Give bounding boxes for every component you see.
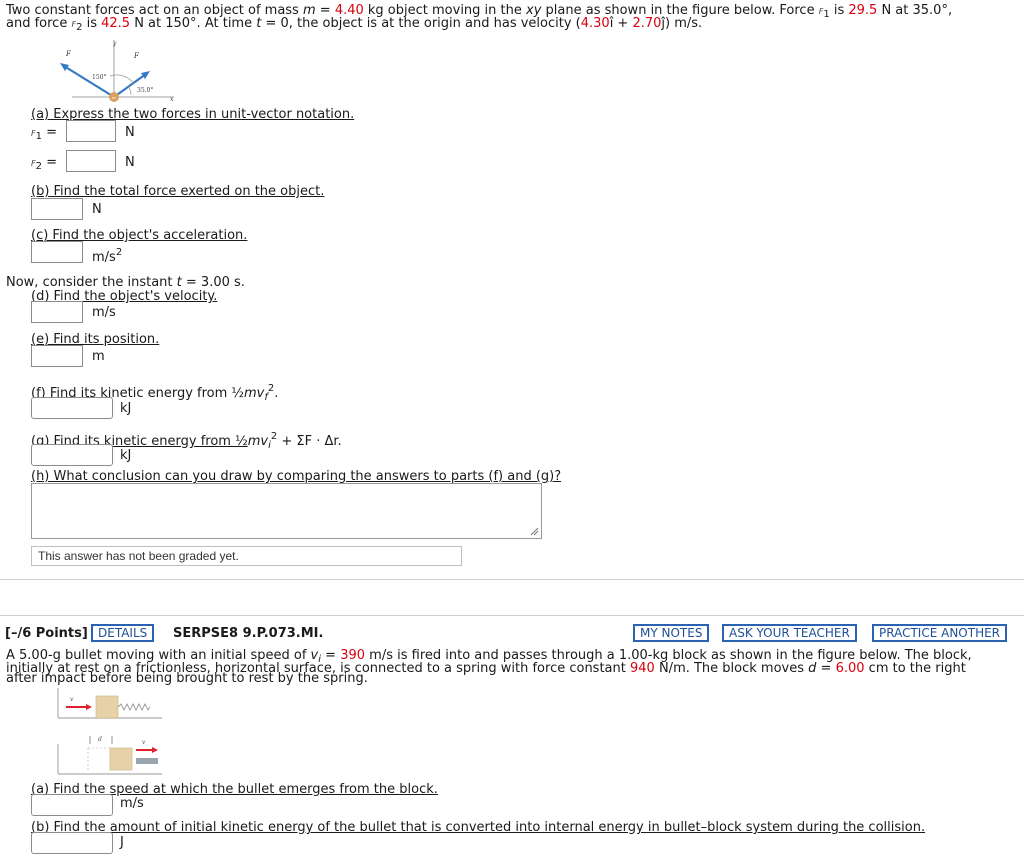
internal-energy-input[interactable]: [31, 832, 113, 854]
velocity-x: 4.30: [580, 16, 610, 31]
internal-energy-unit: J: [120, 835, 124, 850]
position-input[interactable]: [31, 345, 83, 367]
spring-compressed: [136, 758, 158, 764]
f2-figure-label: F: [65, 50, 72, 58]
bullet-block-diagram: v d v: [57, 688, 162, 775]
bullet-exit-speed-unit: m/s: [120, 796, 144, 811]
bullet-exit-speed-input[interactable]: [31, 794, 113, 816]
acceleration-input[interactable]: [31, 241, 83, 263]
kinetic-energy-f-unit: kJ: [120, 401, 132, 416]
spring-constant-value: 940: [630, 661, 655, 676]
resize-grip-icon[interactable]: [530, 527, 539, 536]
practice-another-button[interactable]: PRACTICE ANOTHER: [872, 624, 1008, 642]
p2-part-b-label: (b) Find the amount of initial kinetic e…: [31, 820, 926, 835]
f2-arrow: [63, 65, 115, 98]
total-force-input[interactable]: [31, 198, 83, 220]
f2-row-label: F2 =: [31, 155, 58, 172]
position-unit: m: [92, 349, 105, 364]
part-h-label: (h) What conclusion can you draw by comp…: [31, 469, 562, 484]
total-force-unit: N: [92, 202, 102, 217]
mass-label: m: [112, 95, 116, 100]
f2-unit: N: [125, 155, 135, 170]
f2-magnitude: 42.5: [101, 16, 131, 31]
svg-text:d: d: [98, 736, 102, 743]
section-divider-bottom: [0, 615, 1024, 616]
points-label: [–/6 Points]: [5, 626, 88, 641]
velocity-y: 2.70: [632, 16, 662, 31]
graded-status-note: This answer has not been graded yet.: [31, 546, 462, 566]
problem2-text-line3: after impact before being brought to res…: [6, 671, 368, 686]
conclusion-textarea[interactable]: [31, 483, 542, 539]
problem1-intro-line2: and force F2 is 42.5 N at 150°. At time …: [6, 16, 703, 33]
kinetic-energy-g-unit: kJ: [120, 448, 132, 463]
angle-label-150: 150°: [92, 74, 106, 81]
f1-unit: N: [125, 125, 135, 140]
y-axis-label: y: [112, 40, 117, 47]
my-notes-button[interactable]: MY NOTES: [633, 624, 710, 642]
spring-initial: [117, 702, 151, 712]
f2-answer-input[interactable]: [66, 150, 116, 172]
f1-answer-input[interactable]: [66, 120, 116, 142]
f1-magnitude: 29.5: [848, 3, 878, 18]
acceleration-unit: m/s2: [92, 247, 123, 265]
part-b-label: (b) Find the total force exerted on the …: [31, 184, 325, 199]
force-diagram: y x 150° 35.0° F F m: [60, 40, 174, 103]
kinetic-energy-g-input[interactable]: [31, 444, 113, 466]
kinetic-energy-f-input[interactable]: [31, 397, 113, 419]
block-initial: [95, 695, 119, 719]
svg-text:v: v: [70, 696, 74, 703]
now-instant-line: Now, consider the instant t = 3.00 s.: [6, 275, 245, 290]
problem-code: SERPSE8 9.P.073.MI.: [173, 626, 324, 641]
f1-row-label: F1 =: [31, 125, 58, 142]
velocity-unit: m/s: [92, 305, 116, 320]
details-button[interactable]: DETAILS: [91, 624, 155, 642]
block-final: [109, 747, 133, 771]
velocity-input[interactable]: [31, 301, 83, 323]
f1-figure-label: F: [133, 52, 140, 60]
angle-label-35: 35.0°: [137, 87, 153, 94]
section-divider-top: [0, 579, 1024, 580]
ask-teacher-button[interactable]: ASK YOUR TEACHER: [722, 624, 857, 642]
svg-text:v: v: [142, 739, 146, 746]
displacement-value: 6.00: [835, 661, 865, 676]
